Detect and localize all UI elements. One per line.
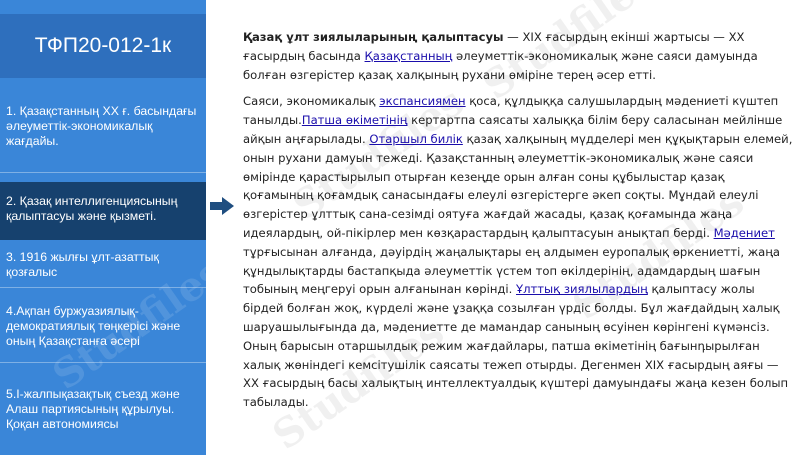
paragraph-1: Қазақ ұлт зиялыларының қалыптасуы — XIX … [243,28,798,84]
sidebar-title: ТФП20-012-1к [0,14,206,78]
sidebar-divider [0,362,206,363]
article-heading: Қазақ ұлт зиялыларының қалыптасуы [243,30,504,44]
sidebar: ТФП20-012-1к 1. Қазақстанның ХХ ғ. басын… [0,0,206,455]
paragraph-2: Саяси, экономикалық экспансиямен қоса, қ… [243,92,798,412]
sidebar-item-3[interactable]: 3. 1916 жылғы ұлт-азаттық қозғалыс [0,250,206,280]
link-national-intelligentsia[interactable]: Ұлттық зиялылардың [516,282,648,296]
link-tsar-government[interactable]: Патша өкіметінің [302,113,408,127]
sidebar-item-2[interactable]: 2. Қазақ интеллигенциясының қалыптасуы ж… [0,182,206,240]
sidebar-divider [0,287,206,288]
arrow-right-icon [210,197,234,215]
text-run: қалыптасу жолы бірдей болған жоқ, күрдел… [243,282,789,410]
sidebar-item-4[interactable]: 4.Ақпан буржуазиялық-демократиялық төңке… [0,304,206,349]
link-culture[interactable]: Мәдениет [714,226,775,240]
link-colonial-power[interactable]: Отаршыл билік [369,132,463,146]
sidebar-item-1[interactable]: 1. Қазақстанның ХХ ғ. басындағы әлеуметт… [0,104,206,149]
link-expansion[interactable]: экспансиямен [379,94,465,108]
text-run: Саяси, экономикалық [243,94,380,109]
article-body: Қазақ ұлт зиялыларының қалыптасуы — XIX … [243,28,798,412]
sidebar-item-5[interactable]: 5.І-жалпықазақтық съезд және Алаш партия… [0,387,206,432]
sidebar-divider [0,172,206,173]
link-kazakhstan[interactable]: Қазақстанның [365,49,453,63]
text-run: қазақ халқының мүдделері мен құқықтарын … [243,131,793,240]
